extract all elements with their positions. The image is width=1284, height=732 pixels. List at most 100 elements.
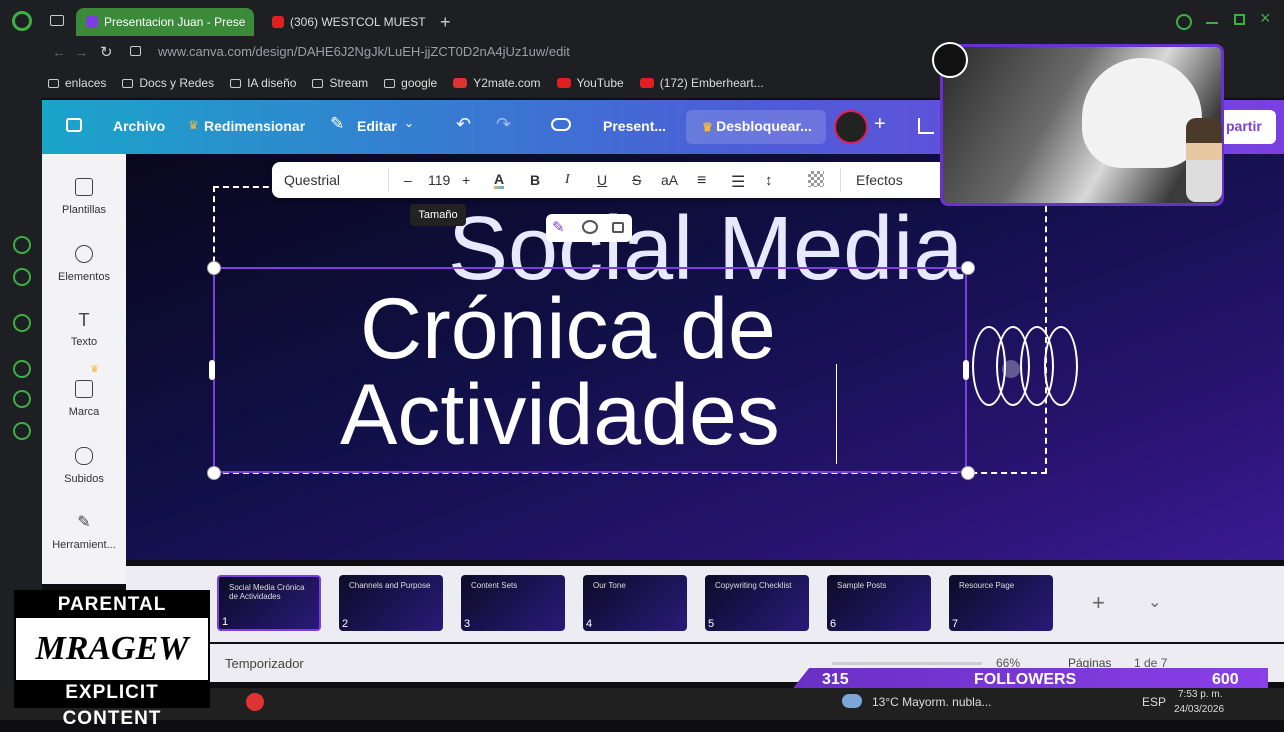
sidebar-item-herramientas[interactable]: ✎ Herramient... xyxy=(42,515,126,552)
effects-button[interactable]: Efectos xyxy=(856,172,903,188)
reload-icon[interactable]: ↻ xyxy=(100,43,113,61)
strikethrough-button[interactable]: S xyxy=(632,172,641,188)
sidebar-item-label: Subidos xyxy=(64,473,104,485)
bookmark-label: Y2mate.com xyxy=(473,76,541,90)
side-handle[interactable] xyxy=(963,360,969,380)
puzzle-icon[interactable] xyxy=(13,390,31,408)
text-color-icon[interactable]: A xyxy=(494,172,505,189)
thumbnail-title: Social Media Crónica de Actividades xyxy=(229,583,305,601)
sidebar-item-texto[interactable]: T Texto xyxy=(42,310,126,348)
weather-icon xyxy=(842,694,862,708)
tab-switch-icon[interactable] xyxy=(50,15,64,26)
font-size-input[interactable]: 119 xyxy=(428,172,450,188)
bookmark-link[interactable]: YouTube xyxy=(556,76,624,90)
forward-icon[interactable]: → xyxy=(74,44,88,60)
url-field[interactable]: www.canva.com/design/DAHE6J2NgJk/LuEH-jj… xyxy=(158,44,570,59)
bookmark-label: google xyxy=(401,76,438,90)
language-indicator[interactable]: ESP xyxy=(1142,695,1166,709)
bookmark-folder[interactable]: google xyxy=(384,76,437,90)
comment-icon[interactable] xyxy=(582,220,598,234)
transparency-icon[interactable] xyxy=(808,171,824,187)
zoom-level[interactable]: 66% xyxy=(996,656,1020,670)
thumbnail-title: Copywriting Checklist xyxy=(715,581,792,590)
close-icon[interactable]: × xyxy=(1260,8,1271,29)
thumbnail-page[interactable]: Channels and Purpose 2 xyxy=(339,575,443,631)
history-icon[interactable] xyxy=(13,236,31,254)
chevron-down-icon[interactable]: ⌄ xyxy=(1148,592,1161,612)
magic-edit-icon[interactable]: ✎ xyxy=(552,218,565,236)
unlock-button[interactable]: ♛ Desbloquear... xyxy=(702,118,812,134)
timer-button[interactable]: Temporizador xyxy=(225,656,304,671)
resize-handle[interactable] xyxy=(207,261,221,275)
bookmark-folder[interactable]: Docs y Redes xyxy=(122,76,214,90)
pages-button[interactable]: Páginas xyxy=(1068,656,1111,670)
pencil-icon: ✎ xyxy=(330,114,345,133)
font-family-select[interactable]: Questrial xyxy=(284,172,340,188)
app-icon[interactable] xyxy=(246,693,264,711)
whatsapp-icon[interactable] xyxy=(13,314,31,332)
bookmark-folder[interactable]: Stream xyxy=(312,76,368,90)
spacing-icon[interactable]: ↕ xyxy=(765,172,773,189)
clock-icon[interactable] xyxy=(13,360,31,378)
presentation-title[interactable]: Present... xyxy=(603,118,666,134)
decrease-size-button[interactable]: – xyxy=(404,172,412,188)
maximize-icon[interactable] xyxy=(1234,14,1245,25)
tab-youtube[interactable]: (306) WESTCOL MUESTRA xyxy=(262,8,426,36)
thumbnail-page[interactable]: Our Tone 4 xyxy=(583,575,687,631)
sidebar-item-elementos[interactable]: Elementos xyxy=(42,245,126,283)
settings-icon[interactable] xyxy=(13,422,31,440)
opera-logo-icon[interactable] xyxy=(12,11,32,31)
thumbnail-page[interactable]: Copywriting Checklist 5 xyxy=(705,575,809,631)
increase-size-button[interactable]: + xyxy=(462,172,470,188)
resize-handle[interactable] xyxy=(961,261,975,275)
thumbnail-page[interactable]: Social Media Crónica de Actividades 1 xyxy=(217,575,321,631)
selection-box xyxy=(213,267,967,473)
underline-button[interactable]: U xyxy=(597,172,607,188)
clock-date[interactable]: 24/03/2026 xyxy=(1174,704,1224,715)
sidebar-item-label: Herramient... xyxy=(52,539,116,551)
resize-handle[interactable] xyxy=(961,466,975,480)
home-icon[interactable] xyxy=(66,118,82,132)
sidebar-item-subidos[interactable]: Subidos xyxy=(42,447,126,485)
bookmark-link[interactable]: (172) Emberheart... xyxy=(639,76,764,90)
bold-button[interactable]: B xyxy=(530,172,540,188)
folder-icon xyxy=(312,78,324,88)
extension-icon[interactable] xyxy=(13,268,31,286)
editar-menu[interactable]: Editar xyxy=(357,118,397,134)
bookmark-folder[interactable]: enlaces xyxy=(48,76,106,90)
sidebar-item-plantillas[interactable]: Plantillas xyxy=(42,178,126,216)
letter-case-button[interactable]: aA xyxy=(661,172,678,188)
text-icon: T xyxy=(78,310,90,330)
add-page-button[interactable]: + xyxy=(1092,590,1105,616)
sidebar-item-marca[interactable]: Marca xyxy=(42,380,126,418)
user-avatar[interactable] xyxy=(834,110,868,144)
weather-text[interactable]: 13°C Mayorm. nubla... xyxy=(872,695,992,709)
resize-handle[interactable] xyxy=(207,466,221,480)
thumbnail-page[interactable]: Content Sets 3 xyxy=(461,575,565,631)
pa-top-text: PARENTAL ADVISORY xyxy=(16,592,208,641)
archivo-menu[interactable]: Archivo xyxy=(113,118,165,134)
list-icon[interactable]: ☰ xyxy=(731,172,745,192)
new-tab-button[interactable]: + xyxy=(440,12,451,33)
align-center-icon[interactable]: ≡ xyxy=(697,172,706,190)
search-icon[interactable] xyxy=(1176,14,1192,30)
lock-icon[interactable] xyxy=(612,222,624,233)
thumbnail-page[interactable]: Sample Posts 6 xyxy=(827,575,931,631)
analytics-icon[interactable] xyxy=(918,118,934,134)
clock-time[interactable]: 7:53 p. m. xyxy=(1178,689,1222,700)
undo-icon[interactable]: ↶ xyxy=(456,114,471,135)
side-handle[interactable] xyxy=(209,360,215,380)
divider xyxy=(388,168,389,192)
redo-icon[interactable]: ↷ xyxy=(496,114,511,135)
add-collaborator-icon[interactable]: + xyxy=(874,113,886,136)
tab-canva[interactable]: Presentacion Juan - Prese xyxy=(76,8,254,36)
back-icon[interactable]: ← xyxy=(52,44,66,60)
thumbnail-page[interactable]: Resource Page 7 xyxy=(949,575,1053,631)
bookmark-link[interactable]: Y2mate.com xyxy=(453,76,541,90)
zoom-slider[interactable] xyxy=(832,662,982,665)
italic-button[interactable]: I xyxy=(565,172,570,188)
rotate-icon[interactable] xyxy=(1002,360,1020,378)
redimensionar-button[interactable]: Redimensionar xyxy=(204,118,305,134)
minimize-icon[interactable] xyxy=(1206,22,1218,24)
bookmark-folder[interactable]: IA diseño xyxy=(230,76,296,90)
